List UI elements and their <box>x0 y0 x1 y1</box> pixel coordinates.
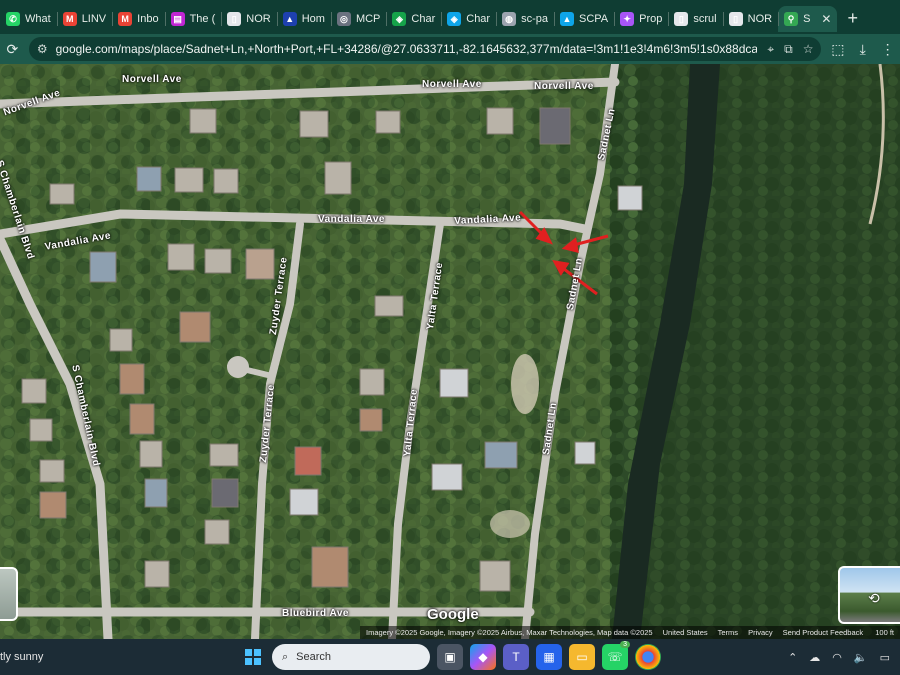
page-icon: ▤ <box>170 12 185 26</box>
street-label-norvell-ave-mid2: Norvell Ave <box>422 79 482 90</box>
tab-0[interactable]: ✆ What <box>0 6 57 32</box>
street-label-bluebird-ave: Bluebird Ave <box>282 608 349 619</box>
taskbar-search[interactable]: ⌕ Search <box>272 644 430 670</box>
address-bar[interactable]: ⚙ google.com/maps/place/Sadnet+Ln,+North… <box>28 37 822 61</box>
tab-2[interactable]: M Inbo <box>112 6 164 32</box>
weather-widget[interactable]: tly sunny <box>0 651 240 663</box>
tab-label: NOR <box>246 13 271 25</box>
tab-9[interactable]: ◍ sc-pa <box>496 6 554 32</box>
search-placeholder: Search <box>296 651 332 663</box>
menu-icon[interactable]: ⋮ <box>875 41 900 58</box>
teams-icon[interactable]: T <box>503 644 529 670</box>
browser-toolbar: ⟳ ⚙ google.com/maps/place/Sadnet+Ln,+Nor… <box>0 34 900 64</box>
whatsapp-badge: 3 <box>620 641 630 648</box>
google-logo: Google <box>427 606 479 623</box>
tab-10[interactable]: ▲ SCPA <box>554 6 614 32</box>
tab-label: SCPA <box>579 13 609 25</box>
new-tab-button[interactable]: + <box>837 8 868 29</box>
doc-icon: ▯ <box>227 12 242 26</box>
tab-11[interactable]: ✦ Prop <box>614 6 668 32</box>
star-icon: ✦ <box>620 12 635 26</box>
tab-8[interactable]: ◈ Char <box>441 6 496 32</box>
reload-icon[interactable]: ⟳ <box>0 41 25 58</box>
tab-strip: ✆ What M LINV M Inbo ▤ The ( ▯ NOR ▲ Hom ◎ MCP ◈ Char ◈ C… <box>0 0 900 34</box>
tab-label: Char <box>411 13 436 25</box>
chart-icon: ◈ <box>447 12 462 26</box>
tab-label: What <box>25 13 51 25</box>
windows-start-icon[interactable] <box>240 644 266 670</box>
imagery-credit: Imagery ©2025 Google, Imagery ©2025 Airb… <box>366 628 653 637</box>
scale-bar[interactable]: 100 ft <box>875 628 894 637</box>
tab-7[interactable]: ◈ Char <box>386 6 441 32</box>
tab-5[interactable]: ▲ Hom <box>276 6 331 32</box>
whatsapp-icon: ✆ <box>6 12 20 26</box>
globe-icon: ◍ <box>502 12 517 26</box>
bookmark-star-icon[interactable]: ☆ <box>803 42 814 56</box>
tab-1[interactable]: M LINV <box>56 6 112 32</box>
tab-label: Inbo <box>137 13 159 25</box>
site-icon: ▲ <box>282 12 297 26</box>
country-link[interactable]: United States <box>663 628 708 637</box>
chart-icon: ◈ <box>392 12 407 26</box>
site-info-icon[interactable]: ⚙ <box>37 42 48 56</box>
satellite-map[interactable]: Norvell Ave Norvell Ave Norvell Ave Norv… <box>0 64 900 639</box>
tab-4[interactable]: ▯ NOR <box>221 6 276 32</box>
tab-label: Prop <box>639 13 663 25</box>
privacy-link[interactable]: Privacy <box>748 628 773 637</box>
battery-icon[interactable]: ▭ <box>880 651 890 664</box>
close-tab-icon[interactable]: ✕ <box>821 12 831 26</box>
tab-active-google-maps[interactable]: ⚲ S ✕ <box>778 6 838 32</box>
wifi-icon[interactable]: ◠ <box>832 651 842 664</box>
street-label-norvell-ave-right: Norvell Ave <box>534 81 594 92</box>
windows-taskbar: tly sunny ⌕ Search ▣ ◆ T ▦ ▭ ☏ 3 ⌃ ☁ ◠ 🔈 … <box>0 639 900 675</box>
store-icon[interactable]: ▦ <box>536 644 562 670</box>
street-label-norvell-ave-mid1: Norvell Ave <box>122 74 182 85</box>
google-maps-icon: ⚲ <box>784 12 799 26</box>
file-explorer-icon[interactable]: ▭ <box>569 644 595 670</box>
url-text[interactable]: google.com/maps/place/Sadnet+Ln,+North+P… <box>56 42 758 56</box>
doc-icon: ▯ <box>728 12 743 26</box>
tab-label: sc-pa <box>521 13 548 25</box>
search-icon: ⌕ <box>282 650 289 663</box>
mcp-icon: ◎ <box>336 12 351 26</box>
tab-label: The ( <box>189 13 216 25</box>
chevron-up-icon[interactable]: ⌃ <box>788 651 797 664</box>
street-label-vandalia-ave-mid: Vandalia Ave <box>318 214 385 225</box>
whatsapp-taskbar-icon[interactable]: ☏ 3 <box>602 641 630 670</box>
tab-label: MCP <box>355 13 381 25</box>
tab-label: scrul <box>693 13 717 25</box>
rotate-360-icon: ⟲ <box>868 590 880 606</box>
copilot-icon[interactable]: ◆ <box>470 644 496 670</box>
tab-3[interactable]: ▤ The ( <box>164 6 222 32</box>
cloud-icon[interactable]: ☁ <box>809 651 820 664</box>
tab-6[interactable]: ◎ MCP <box>330 6 386 32</box>
tab-13[interactable]: ▯ NOR <box>722 6 778 32</box>
extensions-icon[interactable]: ⬚ <box>825 41 850 58</box>
gmail-icon: M <box>118 12 133 26</box>
system-tray: ⌃ ☁ ◠ 🔈 ▭ <box>788 651 900 664</box>
tab-label: NOR <box>747 13 773 25</box>
map-attribution-bar: Imagery ©2025 Google, Imagery ©2025 Airb… <box>360 626 900 639</box>
tab-label: S <box>803 13 811 25</box>
tab-label: Char <box>466 13 491 25</box>
tab-label: Hom <box>301 13 325 25</box>
street-view-thumbnail[interactable]: ⟲ <box>838 566 900 624</box>
map-imagery <box>0 64 900 639</box>
task-view-icon[interactable]: ▣ <box>437 644 463 670</box>
location-icon[interactable]: ⌖ <box>767 42 774 57</box>
tab-12[interactable]: ▯ scrul <box>668 6 722 32</box>
tab-label: LINV <box>81 13 107 25</box>
download-icon[interactable]: ⤓ <box>850 41 875 58</box>
install-app-icon[interactable]: ⧉ <box>784 42 793 57</box>
volume-icon[interactable]: 🔈 <box>854 651 868 664</box>
gmail-icon: M <box>62 12 77 26</box>
layers-toggle[interactable] <box>0 567 18 621</box>
feedback-link[interactable]: Send Product Feedback <box>783 628 863 637</box>
terms-link[interactable]: Terms <box>718 628 738 637</box>
chrome-icon[interactable] <box>635 644 661 670</box>
site-icon: ▲ <box>560 12 574 26</box>
doc-icon: ▯ <box>674 12 689 26</box>
